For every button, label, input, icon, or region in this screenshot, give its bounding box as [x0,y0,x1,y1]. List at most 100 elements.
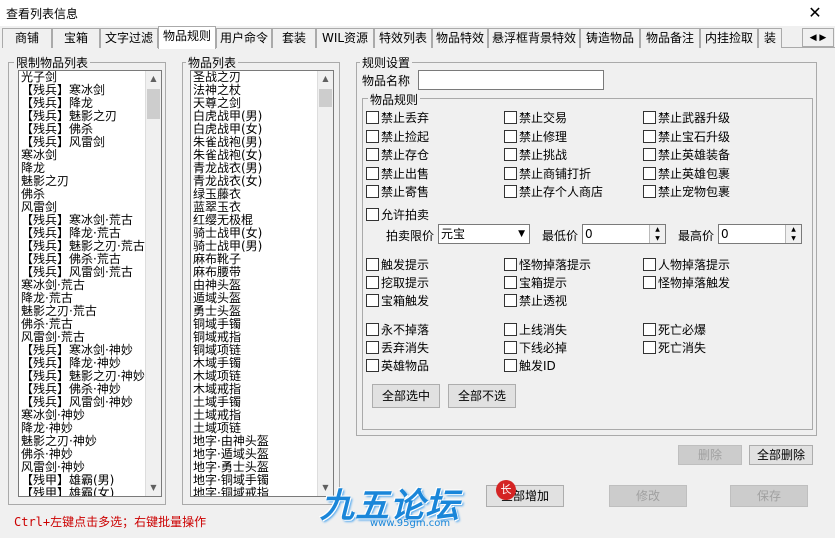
trigger-checkbox-7[interactable]: 禁止透视 [504,293,567,309]
spin-down-icon[interactable]: ▼ [786,234,801,243]
misc-checkbox-5[interactable]: 死亡消失 [643,340,706,356]
checkbox-box[interactable] [643,276,656,289]
tab-8[interactable]: 物品特效 [432,28,488,48]
spin-up-icon[interactable]: ▲ [786,225,801,234]
rule-checkbox-1[interactable]: 禁止交易 [504,110,567,126]
checkbox-box[interactable] [366,148,379,161]
rule-checkbox-12[interactable]: 禁止寄售 [366,184,429,200]
rule-checkbox-4[interactable]: 禁止修理 [504,129,567,145]
select-all-button[interactable]: 全部选中 [372,384,440,408]
rule-checkbox-13[interactable]: 禁止存个人商店 [504,184,603,200]
checkbox-box[interactable] [643,258,656,271]
item-list-item[interactable]: 地字·铜域戒指 [191,487,333,497]
restricted-list-item[interactable]: 【残甲】雄霸(女) [19,487,161,497]
min-price-spinner[interactable]: ▲ ▼ [649,225,665,243]
tab-5[interactable]: 套装 [272,28,316,48]
misc-checkbox-4[interactable]: 下线必掉 [504,340,567,356]
tab-7[interactable]: 特效列表 [374,28,432,48]
checkbox-box[interactable] [504,258,517,271]
checkbox-box[interactable] [504,129,517,143]
scroll-thumb[interactable] [319,89,332,107]
rule-checkbox-7[interactable]: 禁止挑战 [504,147,567,163]
trigger-checkbox-0[interactable]: 触发提示 [366,257,429,273]
checkbox-box[interactable] [504,276,517,289]
trigger-checkbox-5[interactable]: 怪物掉落触发 [643,275,730,291]
restricted-list-scrollbar[interactable]: ▲ ▼ [145,71,161,496]
checkbox-box[interactable] [366,276,379,289]
tab-10[interactable]: 铸造物品 [580,28,640,48]
tab-0[interactable]: 商铺 [2,28,52,48]
checkbox-box[interactable] [504,148,517,161]
tab-2[interactable]: 文字过滤 [100,28,158,48]
checkbox-box[interactable] [504,166,517,180]
tab-3[interactable]: 物品规则 [158,26,216,49]
checkbox-box[interactable] [643,129,656,143]
checkbox-box[interactable] [366,111,379,124]
rule-checkbox-6[interactable]: 禁止存仓 [366,147,429,163]
checkbox-box[interactable] [366,359,379,372]
checkbox-box[interactable] [504,359,517,372]
misc-checkbox-7[interactable]: 触发ID [504,358,556,374]
rule-checkbox-9[interactable]: 禁止出售 [366,166,429,182]
scroll-down-icon[interactable]: ▼ [146,480,161,496]
close-icon[interactable]: ✕ [800,3,830,23]
checkbox-box[interactable] [366,208,379,221]
checkbox-box[interactable] [366,129,379,143]
checkbox-box[interactable] [504,185,517,198]
allow-auction-checkbox[interactable]: 允许拍卖 [366,207,429,223]
rule-checkbox-10[interactable]: 禁止商铺打折 [504,166,591,182]
checkbox-box[interactable] [643,148,656,161]
delete-button[interactable]: 删除 [678,445,742,465]
checkbox-box[interactable] [643,323,656,336]
checkbox-box[interactable] [643,341,656,354]
spin-up-icon[interactable]: ▲ [650,225,665,234]
save-button[interactable]: 保存 [730,485,808,507]
trigger-checkbox-6[interactable]: 宝箱触发 [366,293,429,309]
tab-scroll-arrows-icon[interactable]: ◀ ▶ [802,28,834,47]
tab-4[interactable]: 用户命令 [216,28,272,48]
misc-checkbox-3[interactable]: 丢弃消失 [366,340,429,356]
checkbox-box[interactable] [504,341,517,354]
checkbox-box[interactable] [643,111,656,124]
trigger-checkbox-3[interactable]: 挖取提示 [366,275,429,291]
auction-currency-select[interactable]: 元宝 ▼ [438,224,530,244]
misc-checkbox-1[interactable]: 上线消失 [504,322,567,338]
modify-button[interactable]: 修改 [609,485,687,507]
checkbox-box[interactable] [366,294,379,307]
item-list-scrollbar[interactable]: ▲ ▼ [317,71,333,496]
rule-checkbox-11[interactable]: 禁止英雄包裹 [643,166,730,182]
min-price-input[interactable]: 0 ▲ ▼ [582,224,666,244]
spin-down-icon[interactable]: ▼ [650,234,665,243]
trigger-checkbox-2[interactable]: 人物掉落提示 [643,257,730,273]
rule-checkbox-5[interactable]: 禁止宝石升级 [643,129,730,145]
rule-checkbox-0[interactable]: 禁止丢弃 [366,110,429,126]
max-price-input[interactable]: 0 ▲ ▼ [718,224,802,244]
tab-12[interactable]: 内挂捡取 [700,28,758,48]
checkbox-box[interactable] [643,185,656,198]
trigger-checkbox-1[interactable]: 怪物掉落提示 [504,257,591,273]
checkbox-box[interactable] [504,111,517,124]
rule-checkbox-3[interactable]: 禁止捡起 [366,129,429,145]
checkbox-box[interactable] [504,323,517,336]
rule-checkbox-8[interactable]: 禁止英雄装备 [643,147,730,163]
checkbox-box[interactable] [504,294,517,307]
trigger-checkbox-4[interactable]: 宝箱提示 [504,275,567,291]
item-name-input[interactable] [418,70,604,90]
scroll-up-icon[interactable]: ▲ [146,71,161,87]
checkbox-box[interactable] [366,341,379,354]
rule-checkbox-14[interactable]: 禁止宠物包裹 [643,184,730,200]
tab-11[interactable]: 物品备注 [640,28,700,48]
checkbox-box[interactable] [366,258,379,271]
restricted-item-listbox[interactable]: 光子剑 【残兵】寒冰剑 【残兵】降龙 【残兵】魅影之刃 【残兵】佛杀 【残兵】风雷剑 寒冰剑… [18,70,162,497]
delete-all-button[interactable]: 全部删除 [749,445,813,465]
rule-checkbox-2[interactable]: 禁止武器升级 [643,110,730,126]
max-price-spinner[interactable]: ▲ ▼ [785,225,801,243]
tab-9[interactable]: 悬浮框背景特效 [488,28,580,48]
checkbox-box[interactable] [366,166,379,180]
checkbox-box[interactable] [643,166,656,180]
tab-1[interactable]: 宝箱 [52,28,100,48]
scroll-thumb[interactable] [147,89,160,119]
checkbox-box[interactable] [366,323,379,336]
tab-6[interactable]: WIL资源 [316,28,374,48]
checkbox-box[interactable] [366,185,379,198]
